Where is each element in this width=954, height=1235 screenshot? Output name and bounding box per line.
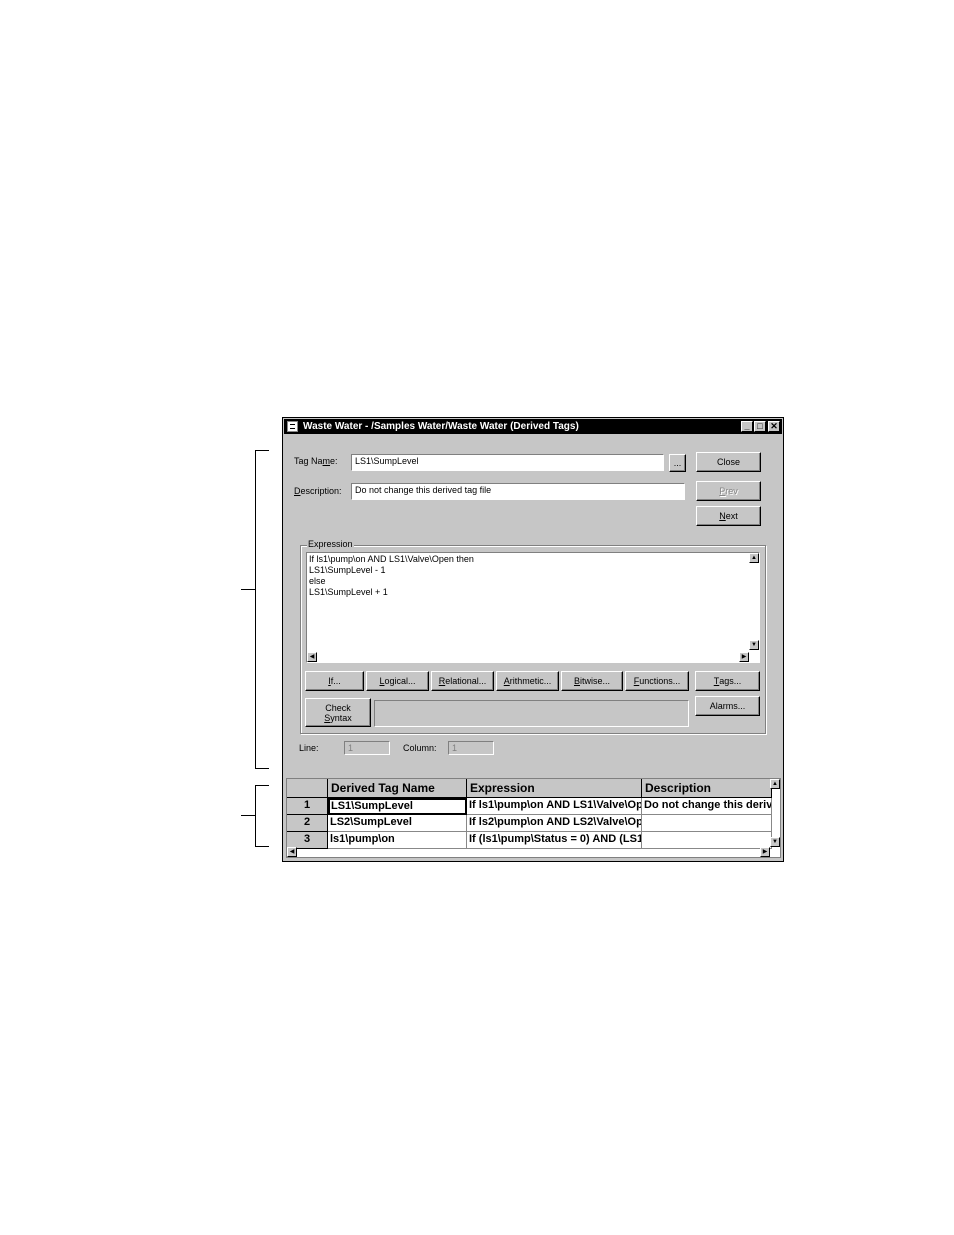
window-title: Waste Water - /Samples Water/Waste Water… bbox=[303, 421, 579, 432]
column-header-expression[interactable]: Expression bbox=[467, 779, 642, 798]
grid-scroll-left-icon[interactable]: ◀ bbox=[287, 847, 297, 857]
column-value-field: 1 bbox=[448, 741, 494, 755]
grid-scroll-down-icon[interactable]: ▼ bbox=[770, 837, 780, 847]
cell-description[interactable]: Do not change this derived tag file bbox=[642, 798, 772, 815]
expression-group-label: Expression bbox=[307, 539, 354, 549]
minimize-button[interactable]: _ bbox=[741, 421, 753, 432]
grid-corner bbox=[287, 779, 328, 798]
scroll-up-icon[interactable]: ▲ bbox=[749, 553, 759, 563]
cell-description[interactable] bbox=[642, 815, 772, 832]
functions-button[interactable]: Functions... bbox=[625, 671, 689, 691]
close-window-button[interactable]: ✕ bbox=[768, 421, 780, 432]
expression-line: else bbox=[309, 576, 326, 586]
form-area-bracket bbox=[255, 450, 269, 769]
cell-name[interactable]: LS1\SumpLevel bbox=[328, 798, 467, 815]
syntax-message-field bbox=[374, 700, 689, 727]
arithmetic-button[interactable]: Arithmetic... bbox=[496, 671, 559, 691]
grid-scroll-right-icon[interactable]: ▶ bbox=[760, 847, 770, 857]
expression-line: If ls1\pump\on AND LS1\Valve\Open then bbox=[309, 554, 474, 564]
cell-expression[interactable]: If (ls1\pump\Status = 0) AND (LS1 bbox=[467, 832, 642, 849]
alarms-button[interactable]: Alarms... bbox=[695, 696, 760, 716]
column-label: Column: bbox=[403, 743, 437, 753]
scroll-left-icon[interactable]: ◀ bbox=[307, 652, 317, 662]
cell-description[interactable] bbox=[642, 832, 772, 849]
scroll-down-icon[interactable]: ▼ bbox=[749, 640, 759, 650]
expression-editor[interactable]: If ls1\pump\on AND LS1\Valve\Open then L… bbox=[306, 552, 760, 663]
cell-expression[interactable]: If ls2\pump\on AND LS2\Valve\Open then bbox=[467, 815, 642, 832]
tags-button[interactable]: Tags... bbox=[695, 671, 760, 691]
derived-tags-window: Waste Water - /Samples Water/Waste Water… bbox=[282, 417, 784, 862]
row-header[interactable]: 2 bbox=[287, 815, 328, 832]
line-label: Line: bbox=[299, 743, 319, 753]
grid-scroll-up-icon[interactable]: ▲ bbox=[770, 779, 780, 789]
relational-button[interactable]: Relational... bbox=[431, 671, 494, 691]
logical-button[interactable]: Logical... bbox=[366, 671, 429, 691]
derived-tags-grid[interactable]: Derived Tag Name Expression Description … bbox=[286, 778, 781, 858]
prev-button[interactable]: Prev bbox=[696, 481, 761, 501]
cell-name[interactable]: LS2\SumpLevel bbox=[328, 815, 467, 832]
if-button[interactable]: If... bbox=[305, 671, 364, 691]
cell-expression[interactable]: If ls1\pump\on AND LS1\Valve\Open then bbox=[467, 798, 642, 815]
grid-area-bracket bbox=[255, 785, 269, 847]
description-input[interactable]: Do not change this derived tag file bbox=[351, 483, 685, 500]
column-header-description[interactable]: Description bbox=[642, 779, 772, 798]
title-bar[interactable]: Waste Water - /Samples Water/Waste Water… bbox=[284, 419, 782, 434]
row-header[interactable]: 1 bbox=[287, 798, 328, 815]
browse-tag-button[interactable]: ... bbox=[669, 454, 686, 472]
next-button[interactable]: Next bbox=[696, 506, 761, 526]
line-value-field: 1 bbox=[344, 741, 390, 755]
cell-name[interactable]: ls1\pump\on bbox=[328, 832, 467, 849]
form-area-bracket-tick bbox=[241, 589, 255, 590]
column-header-name[interactable]: Derived Tag Name bbox=[328, 779, 467, 798]
close-button[interactable]: Close bbox=[696, 452, 761, 472]
tag-name-input[interactable]: LS1\SumpLevel bbox=[351, 454, 664, 471]
expression-line: LS1\SumpLevel + 1 bbox=[309, 587, 388, 597]
maximize-button[interactable]: □ bbox=[754, 421, 766, 432]
bitwise-button[interactable]: Bitwise... bbox=[561, 671, 623, 691]
document-icon bbox=[287, 421, 298, 432]
tag-name-label: Tag Name: bbox=[294, 456, 338, 466]
check-syntax-button[interactable]: Check Syntax bbox=[305, 698, 371, 727]
scroll-right-icon[interactable]: ▶ bbox=[739, 652, 749, 662]
expression-line: LS1\SumpLevel - 1 bbox=[309, 565, 386, 575]
grid-area-bracket-tick bbox=[241, 815, 255, 816]
description-label: Description: bbox=[294, 486, 342, 496]
